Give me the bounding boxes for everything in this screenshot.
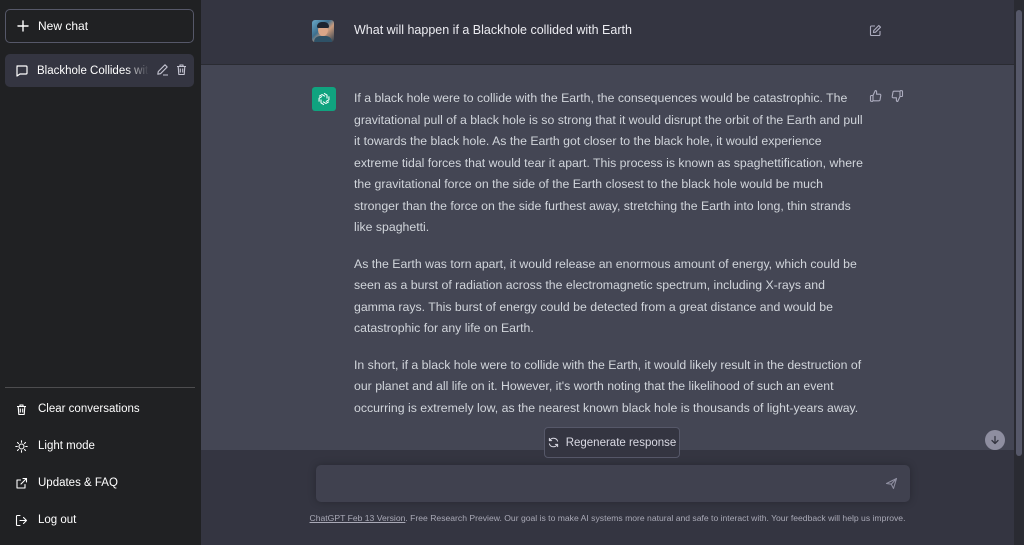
thumbs-up-icon[interactable]: [869, 89, 883, 103]
feedback-buttons: [869, 89, 904, 103]
edit-message-icon[interactable]: [869, 24, 882, 37]
external-link-icon: [15, 477, 28, 490]
answer-paragraph: If a black hole were to collide with the…: [354, 91, 863, 234]
scroll-to-bottom-button[interactable]: [985, 430, 1005, 450]
page-scrollbar[interactable]: [1014, 0, 1024, 545]
sidebar-divider: [5, 387, 195, 388]
updates-faq-link[interactable]: Updates & FAQ: [5, 468, 194, 498]
version-link[interactable]: ChatGPT Feb 13 Version: [310, 513, 406, 523]
footer-text: . Free Research Preview. Our goal is to …: [405, 513, 906, 523]
trash-icon: [15, 403, 28, 416]
new-chat-label: New chat: [38, 19, 89, 33]
answer-paragraph: In short, if a black hole were to collid…: [354, 357, 862, 415]
footer-disclaimer: ChatGPT Feb 13 Version. Free Research Pr…: [201, 513, 1014, 523]
assistant-message-row: If a black hole were to collide with the…: [201, 65, 1014, 450]
sidebar: New chat Blackhole Collides with Earth C…: [0, 0, 201, 545]
log-out-link[interactable]: Log out: [5, 505, 194, 535]
chat-bubble-icon: [15, 64, 28, 77]
conversation-title: Blackhole Collides with Earth: [37, 64, 149, 77]
refresh-icon: [548, 437, 559, 448]
user-message-row: What will happen if a Blackhole collided…: [201, 0, 1014, 65]
trash-icon[interactable]: [175, 63, 188, 76]
chat-main: What will happen if a Blackhole collided…: [201, 0, 1014, 545]
conversation-item[interactable]: Blackhole Collides with Earth: [5, 54, 194, 87]
conversation-actions: [156, 63, 188, 76]
logout-icon: [15, 514, 28, 527]
message-composer: [316, 465, 910, 502]
light-mode-toggle[interactable]: Light mode: [5, 431, 194, 461]
pencil-icon[interactable]: [156, 63, 169, 76]
plus-icon: [17, 20, 29, 32]
user-avatar: [312, 20, 334, 42]
openai-logo-icon: [312, 87, 336, 111]
arrow-down-icon: [990, 435, 1000, 445]
light-mode-label: Light mode: [38, 440, 95, 452]
clear-conversations-link[interactable]: Clear conversations: [5, 394, 194, 424]
message-input[interactable]: [328, 474, 872, 498]
answer-paragraph: As the Earth was torn apart, it would re…: [354, 256, 857, 336]
updates-faq-label: Updates & FAQ: [38, 477, 118, 489]
log-out-label: Log out: [38, 514, 77, 526]
new-chat-button[interactable]: New chat: [5, 9, 194, 43]
clear-conversations-label: Clear conversations: [38, 403, 140, 415]
regenerate-label: Regenerate response: [565, 436, 677, 449]
regenerate-response-button[interactable]: Regenerate response: [544, 427, 680, 458]
thumbs-down-icon[interactable]: [890, 89, 904, 103]
user-message-text: What will happen if a Blackhole collided…: [354, 23, 632, 37]
sun-icon: [15, 439, 28, 453]
send-icon[interactable]: [885, 477, 898, 490]
assistant-answer: If a black hole were to collide with the…: [354, 88, 866, 434]
scrollbar-thumb[interactable]: [1016, 10, 1022, 456]
